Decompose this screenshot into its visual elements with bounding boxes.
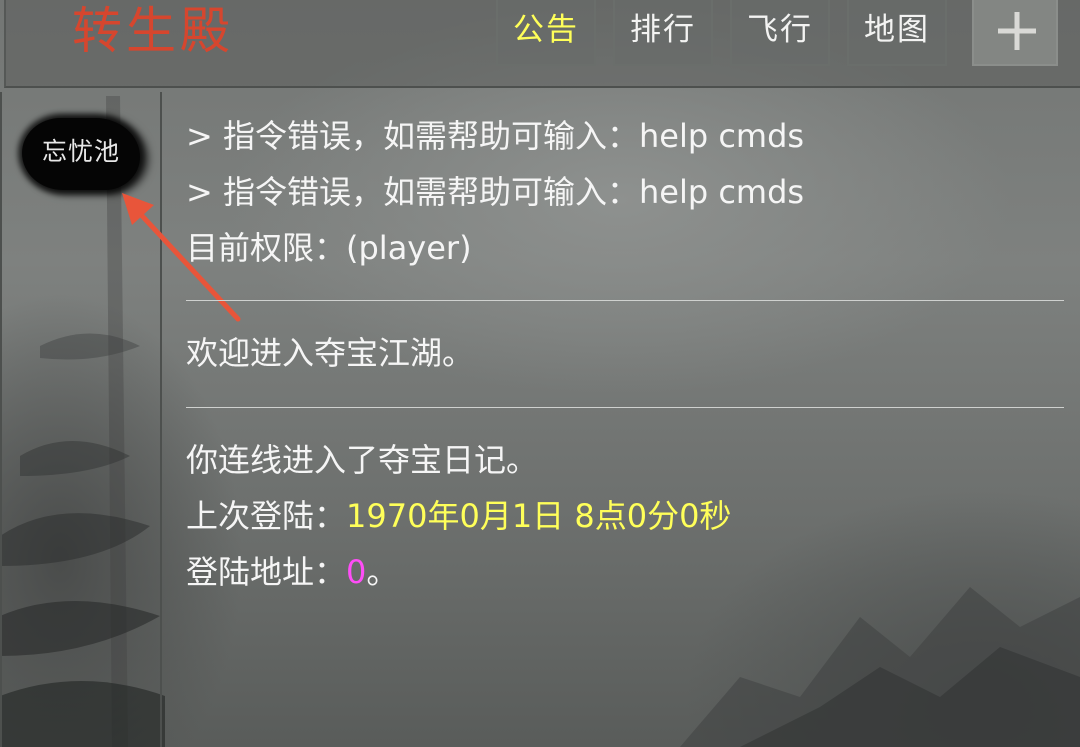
room-button-wangyouchi[interactable]: 忘忧池 (22, 118, 140, 190)
tab-ranking[interactable]: 排行 (613, 0, 713, 66)
add-button[interactable] (972, 0, 1058, 66)
tab-map[interactable]: 地图 (847, 0, 947, 66)
divider (186, 300, 1064, 301)
log-line-welcome: 欢迎进入夺宝江湖。 (186, 334, 475, 372)
login-address-label: 登陆地址： (186, 553, 347, 591)
login-address-suffix: 。 (366, 553, 399, 591)
last-login-row: 上次登陆：1970年0月1日 8点0分0秒 (186, 488, 1064, 544)
page-title: 转生殿 (72, 2, 234, 60)
log-line: > 指令错误，如需帮助可输入：help cmds (186, 173, 805, 211)
tab-fly[interactable]: 飞行 (730, 0, 830, 66)
divider (186, 407, 1064, 408)
login-address-value: 0 (346, 553, 367, 591)
plus-icon (998, 12, 1036, 50)
message-log: > 指令错误，如需帮助可输入：help cmds > 指令错误，如需帮助可输入：… (186, 108, 1064, 600)
game-screen: { "header": { "title": "转生殿", "tabs": [ … (0, 0, 1080, 747)
login-address-row: 登陆地址：0。 (186, 544, 1064, 600)
last-login-label: 上次登陆： (186, 497, 347, 535)
tab-notice[interactable]: 公告 (496, 0, 596, 66)
log-line: > 指令错误，如需帮助可输入：help cmds (186, 117, 805, 155)
left-sidebar (0, 92, 162, 747)
log-line-permission: 目前权限：(player) (186, 229, 472, 267)
last-login-value: 1970年0月1日 8点0分0秒 (346, 497, 732, 535)
log-line-connected: 你连线进入了夺宝日记。 (186, 441, 539, 479)
